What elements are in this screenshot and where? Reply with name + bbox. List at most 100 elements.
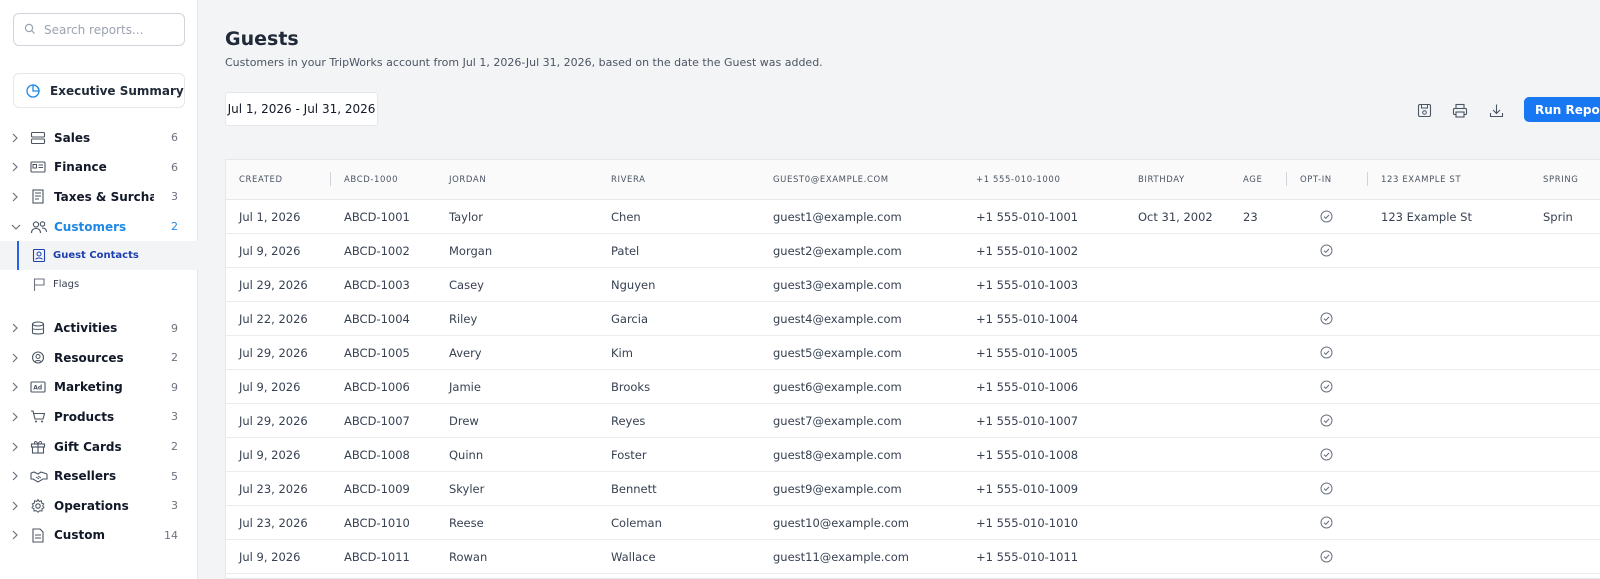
cell-first: Avery	[449, 345, 482, 360]
cell-id: ABCD-1011	[344, 549, 410, 564]
cell-id: ABCD-1004	[344, 311, 410, 326]
handshake-icon	[30, 469, 48, 483]
sidebar-subitem-guest-contacts[interactable]: Guest Contacts	[0, 241, 198, 271]
table-row[interactable]: Jul 9, 2026 ABCD-1006 Jamie Brooks guest6@ex…	[226, 370, 1600, 404]
check-circle-icon	[1320, 404, 1333, 437]
sidebar-item-label: Sales	[54, 130, 91, 145]
cell-phone: +1 555-010-1008	[976, 447, 1079, 462]
cell-phone: +1 555-010-1003	[976, 277, 1079, 292]
sidebar-item-resellers[interactable]: Resellers 5	[0, 461, 198, 491]
table-header: Created ABCD-1000 JORDAN RIVERA GUEST0@E…	[226, 160, 1600, 200]
column-header[interactable]: SPRING	[1543, 160, 1578, 199]
column-header[interactable]: ABCD-1000	[344, 160, 398, 199]
save-icon[interactable]	[1414, 100, 1434, 120]
sidebar-item-custom[interactable]: Custom 14	[0, 521, 198, 551]
sidebar-item-count: 3	[171, 499, 178, 513]
cell-id: ABCD-1009	[344, 481, 410, 496]
table-row[interactable]: Jul 1, 2026 ABCD-1001 Taylor Chen guest1@exa…	[226, 200, 1600, 234]
sidebar-item-label: Customers	[54, 219, 127, 234]
table-row[interactable]: Jul 22, 2026 ABCD-1004 Riley Garcia guest4@e…	[226, 302, 1600, 336]
column-header[interactable]: BIRTHDAY	[1138, 160, 1185, 199]
cell-last: Nguyen	[611, 277, 656, 292]
sidebar-item-taxes[interactable]: Taxes & Surcha... 3	[0, 182, 198, 212]
receipt-icon	[30, 189, 48, 205]
cell-first: Jamie	[449, 379, 481, 394]
executive-summary-button[interactable]: Executive Summary	[13, 73, 185, 108]
download-icon[interactable]	[1486, 100, 1506, 120]
document-icon	[30, 528, 48, 543]
table-row[interactable]: Jul 9, 2026 ABCD-1008 Quinn Foster guest8@ex…	[226, 438, 1600, 472]
search-input[interactable]	[44, 22, 174, 37]
users-icon	[30, 220, 48, 234]
column-header[interactable]: JORDAN	[449, 160, 486, 199]
sidebar-subitem-label: Guest Contacts	[53, 250, 139, 262]
column-header[interactable]: AGE	[1243, 160, 1262, 199]
main-content: Guests Customers in your TripWorks accou…	[198, 0, 1600, 579]
sidebar-item-operations[interactable]: Operations 3	[0, 491, 198, 521]
column-header[interactable]: +1 555-010-1000	[976, 160, 1060, 199]
sidebar-item-activities[interactable]: Activities 9	[0, 313, 198, 343]
table-row[interactable]: Jul 29, 2026 ABCD-1003 Casey Nguyen guest3@e…	[226, 268, 1600, 302]
cell-id: ABCD-1008	[344, 447, 410, 462]
table-row[interactable]: Jul 29, 2026 ABCD-1007 Drew Reyes guest7@exa…	[226, 404, 1600, 438]
executive-summary-label: Executive Summary	[50, 83, 184, 98]
column-header[interactable]: 123 EXAMPLE ST	[1381, 160, 1461, 199]
check-circle-icon	[1320, 336, 1333, 369]
cell-email: guest2@example.com	[773, 243, 902, 258]
chevron-right-icon	[11, 382, 21, 392]
cell-first: Morgan	[449, 243, 493, 258]
chevron-right-icon	[11, 133, 21, 143]
column-header[interactable]: Created	[239, 160, 283, 199]
table-row[interactable]: Jul 9, 2026 ABCD-1002 Morgan Patel guest2@ex…	[226, 234, 1600, 268]
cell-last: Chen	[611, 209, 641, 224]
chevron-right-icon	[11, 412, 21, 422]
svg-text:Ad: Ad	[33, 385, 42, 392]
sidebar-item-products[interactable]: Products 3	[0, 402, 198, 432]
sidebar-item-label: Resellers	[54, 469, 117, 484]
cell-first: Casey	[449, 277, 484, 292]
sidebar-item-count: 2	[171, 351, 178, 365]
date-range-picker[interactable]: Jul 1, 2026 - Jul 31, 2026	[225, 92, 378, 126]
check-circle-icon	[1320, 302, 1333, 335]
sidebar-item-sales[interactable]: Sales 6	[0, 123, 198, 153]
search-box[interactable]	[13, 13, 185, 46]
column-resize-handle[interactable]	[1286, 172, 1287, 186]
column-header[interactable]: RIVERA	[611, 160, 646, 199]
sidebar-item-marketing[interactable]: Ad Marketing 9	[0, 373, 198, 403]
page-title: Guests	[225, 28, 299, 50]
run-report-button[interactable]: Run Report	[1524, 97, 1600, 122]
cell-last: Coleman	[611, 515, 662, 530]
column-resize-handle[interactable]	[1367, 172, 1368, 186]
column-resize-handle[interactable]	[330, 172, 331, 186]
table-row[interactable]: Jul 23, 2026 ABCD-1009 Skyler Bennett guest9…	[226, 472, 1600, 506]
sidebar-item-count: 5	[171, 469, 178, 483]
table-row[interactable]: Jul 9, 2026 ABCD-1011 Rowan Wallace guest11@…	[226, 540, 1600, 574]
sidebar-item-gift-cards[interactable]: Gift Cards 2	[0, 432, 198, 462]
sidebar-subitem-flags[interactable]: Flags	[0, 270, 198, 299]
cell-last: Kim	[611, 345, 633, 360]
column-header[interactable]: GUEST0@EXAMPLE.COM	[773, 160, 889, 199]
cell-email: guest11@example.com	[773, 549, 910, 564]
sidebar-item-label: Operations	[54, 498, 129, 513]
cell-last: Patel	[611, 243, 640, 258]
cell-birthday: Oct 31, 2002	[1138, 209, 1213, 224]
sidebar-item-count: 2	[171, 440, 178, 454]
flag-icon	[32, 277, 48, 292]
sidebar-item-resources[interactable]: Resources 2	[0, 343, 198, 373]
page-subtitle: Customers in your TripWorks account from…	[225, 56, 823, 69]
sidebar-item-finance[interactable]: Finance 6	[0, 153, 198, 183]
table-row[interactable]: Jul 23, 2026 ABCD-1010 Reese Coleman guest10…	[226, 506, 1600, 540]
sidebar-item-customers[interactable]: Customers 2	[0, 212, 198, 242]
column-header[interactable]: OPT-IN	[1300, 160, 1332, 199]
sidebar-item-count: 9	[171, 380, 178, 394]
chevron-right-icon	[11, 530, 21, 540]
chevron-down-icon	[11, 223, 21, 231]
sidebar-item-count: 2	[171, 220, 178, 234]
cell-first: Skyler	[449, 481, 485, 496]
chevron-right-icon	[11, 192, 21, 202]
cell-created: Jul 23, 2026	[239, 515, 308, 530]
print-icon[interactable]	[1450, 100, 1470, 120]
table-row[interactable]: Jul 29, 2026 ABCD-1005 Avery Kim guest5@exam…	[226, 336, 1600, 370]
cell-created: Jul 9, 2026	[239, 549, 301, 564]
cell-created: Jul 1, 2026	[239, 209, 301, 224]
